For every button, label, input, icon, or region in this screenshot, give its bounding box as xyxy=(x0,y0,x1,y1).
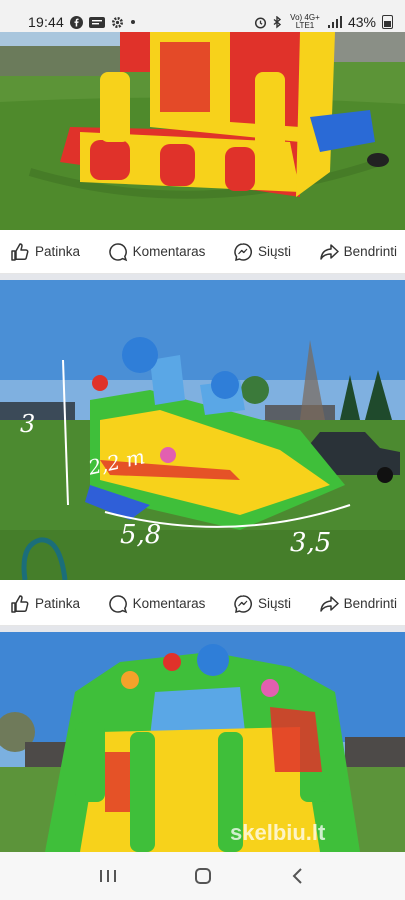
notification-dot-icon xyxy=(130,19,136,25)
alarm-icon xyxy=(254,16,267,29)
back-button[interactable] xyxy=(278,856,318,896)
like-button[interactable]: Patinka xyxy=(10,594,80,614)
thumbs-up-icon xyxy=(11,242,29,261)
home-button[interactable] xyxy=(183,856,223,896)
thumbs-up-icon xyxy=(11,594,29,613)
recent-apps-button[interactable] xyxy=(88,856,128,896)
like-button[interactable]: Patinka xyxy=(10,242,80,262)
share-button[interactable]: Bendrinti xyxy=(319,242,397,262)
watermark-text: skelbiu.lt xyxy=(230,820,326,845)
send-button[interactable]: Siųsti xyxy=(233,242,291,262)
post-actions-bar-2: Patinka Komentaras Siųsti Bendrinti xyxy=(0,582,405,626)
system-nav-bar xyxy=(0,852,405,900)
like-label: Patinka xyxy=(35,596,81,611)
battery-percent: 43% xyxy=(347,14,376,30)
back-chevron-icon xyxy=(292,868,302,884)
network-type-label: Vo) 4G+ LTE1 xyxy=(290,13,320,30)
battery-icon xyxy=(382,15,393,29)
comment-label: Komentaras xyxy=(132,596,206,611)
like-label: Patinka xyxy=(35,244,81,259)
post-photo-3[interactable]: skelbiu.lt xyxy=(0,632,405,852)
share-arrow-icon xyxy=(319,243,339,260)
comment-button[interactable]: Komentaras xyxy=(108,242,206,262)
status-time: 19:44 xyxy=(28,14,65,30)
home-icon xyxy=(194,868,211,884)
recent-apps-icon xyxy=(99,870,116,882)
facebook-icon xyxy=(70,15,84,29)
comment-bubble-icon xyxy=(108,594,127,613)
annotation-width: 3,5 xyxy=(290,528,332,558)
settings-gear-icon xyxy=(111,16,124,29)
share-label: Bendrinti xyxy=(343,244,397,259)
comment-label: Komentaras xyxy=(132,244,206,259)
comment-bubble-icon xyxy=(108,242,127,261)
news-app-icon xyxy=(89,16,106,29)
send-label: Siųsti xyxy=(258,596,292,611)
send-button[interactable]: Siųsti xyxy=(233,594,291,614)
share-arrow-icon xyxy=(319,595,339,612)
share-label: Bendrinti xyxy=(343,596,397,611)
messenger-icon xyxy=(234,594,253,613)
messenger-icon xyxy=(234,242,253,261)
comment-button[interactable]: Komentaras xyxy=(108,594,206,614)
annotation-height: 3 xyxy=(20,410,36,438)
share-button[interactable]: Bendrinti xyxy=(319,594,397,614)
post-photo-1[interactable] xyxy=(0,32,405,230)
post-actions-bar-1: Patinka Komentaras Siųsti Bendrinti xyxy=(0,230,405,274)
annotation-length: 5,8 xyxy=(120,520,162,550)
send-label: Siųsti xyxy=(258,244,292,259)
signal-icon xyxy=(327,16,342,28)
post-photo-2[interactable]: 3 2,2 m 5,8 3,5 xyxy=(0,280,405,580)
bluetooth-icon xyxy=(273,15,282,29)
